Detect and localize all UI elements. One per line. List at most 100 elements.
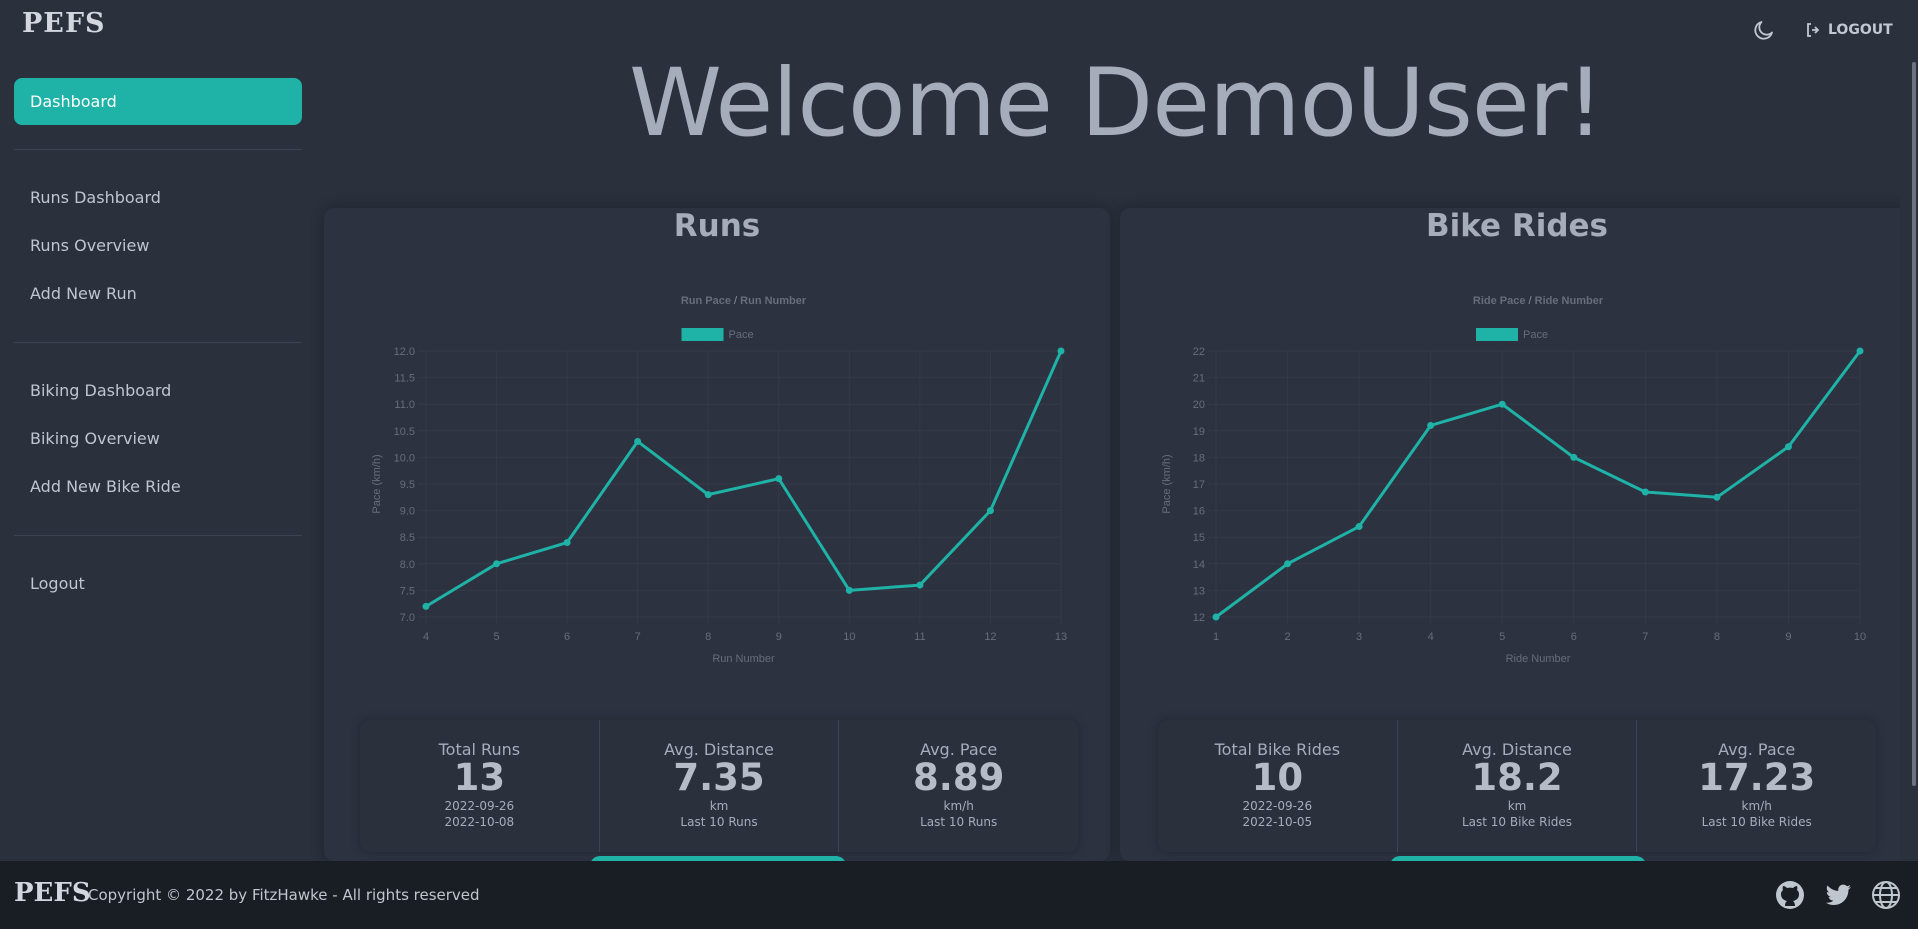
stat-desc: 2022-10-05	[1242, 814, 1313, 829]
bike-rides-card-title: Bike Rides	[1425, 208, 1609, 244]
x-tick-label: 1	[1213, 631, 1219, 643]
stat-desc: km	[1507, 798, 1527, 813]
scrollbar-thumb[interactable]	[1912, 62, 1916, 786]
sidebar-item-add-new-bike-ride[interactable]: Add New Bike Ride	[14, 463, 302, 511]
data-point	[1355, 523, 1363, 531]
y-tick-label: 21	[1193, 373, 1205, 385]
y-tick-label: 9.0	[400, 506, 415, 518]
footer-copyright: Copyright © 2022 by FitzHawke - All righ…	[88, 886, 480, 904]
y-tick-label: 7.5	[400, 585, 415, 597]
sidebar: Dashboard Runs Dashboard Runs Overview A…	[14, 78, 302, 608]
github-icon[interactable]	[1774, 879, 1806, 911]
stat-desc: 2022-10-08	[444, 814, 515, 829]
y-tick-label: 8.5	[400, 532, 415, 544]
header-logout-label: LOGOUT	[1828, 22, 1893, 38]
moon-icon[interactable]	[1752, 18, 1776, 42]
y-tick-label: 19	[1193, 426, 1205, 438]
y-tick-label: 8.0	[400, 559, 415, 571]
stat-avg-pace: Avg. Pace 17.23 km/h Last 10 Bike Rides	[1637, 720, 1876, 852]
y-tick-label: 22	[1193, 346, 1205, 358]
data-point	[1570, 453, 1578, 461]
y-tick-label: 9.5	[400, 479, 415, 491]
stat-desc: 2022-09-26	[1242, 798, 1313, 813]
stat-avg-pace: Avg. Pace 8.89 km/h Last 10 Runs	[839, 720, 1078, 852]
y-axis-title: Pace (km/h)	[1161, 454, 1173, 513]
app-logo[interactable]: PEFS	[22, 8, 106, 39]
stat-total-bike-rides: Total Bike Rides 10 2022-09-26 2022-10-0…	[1158, 720, 1398, 852]
sidebar-item-logout[interactable]: Logout	[14, 560, 302, 608]
legend-label: Pace	[729, 329, 754, 341]
data-point	[1057, 347, 1065, 355]
data-point	[563, 539, 571, 547]
globe-icon[interactable]	[1870, 879, 1902, 911]
sidebar-divider	[14, 535, 302, 536]
sidebar-item-biking-overview[interactable]: Biking Overview	[14, 415, 302, 463]
stat-desc: km/h	[1741, 798, 1772, 813]
series-line	[425, 350, 1063, 608]
sidebar-item-runs-overview[interactable]: Runs Overview	[14, 222, 302, 270]
x-tick-label: 5	[493, 631, 499, 643]
y-tick-label: 15	[1193, 532, 1205, 544]
x-tick-label: 10	[1854, 631, 1866, 643]
y-tick-label: 16	[1193, 506, 1205, 518]
data-point	[1427, 421, 1435, 429]
stat-value: 17.23	[1698, 756, 1816, 799]
data-point	[1856, 347, 1864, 355]
x-tick-label: 12	[984, 631, 996, 643]
data-point	[1641, 488, 1649, 496]
stat-value: 7.35	[673, 756, 765, 799]
chart-title: Ride Pace / Ride Number	[1473, 295, 1604, 307]
stat-desc: Last 10 Bike Rides	[1461, 814, 1573, 829]
data-point	[916, 581, 924, 589]
x-tick-label: 10	[843, 631, 855, 643]
x-tick-label: 4	[1428, 631, 1434, 643]
y-tick-label: 10.5	[394, 426, 415, 438]
y-tick-label: 12	[1193, 612, 1205, 624]
footer: PEFS Copyright © 2022 by FitzHawke - All…	[0, 861, 1918, 929]
stat-value: 10	[1251, 756, 1304, 799]
x-tick-label: 7	[1642, 631, 1648, 643]
x-tick-label: 4	[423, 631, 429, 643]
stat-desc: km	[709, 798, 729, 813]
data-point	[1713, 493, 1721, 501]
ride-pace-chart: Ride Pace / Ride NumberPace1213141516171…	[1161, 295, 1866, 665]
stat-desc: Last 10 Bike Rides	[1701, 814, 1812, 829]
data-point	[1784, 443, 1792, 451]
data-point	[634, 437, 642, 445]
data-point	[845, 586, 853, 594]
sidebar-item-runs-dashboard[interactable]: Runs Dashboard	[14, 174, 302, 222]
y-tick-label: 7.0	[400, 612, 415, 624]
y-tick-label: 20	[1193, 399, 1205, 411]
y-axis-title: Pace (km/h)	[371, 454, 383, 513]
data-point	[775, 475, 783, 483]
data-point	[986, 507, 994, 515]
y-tick-label: 13	[1193, 585, 1205, 597]
data-point	[422, 602, 430, 610]
x-tick-label: 2	[1284, 631, 1290, 643]
legend-label: Pace	[1523, 329, 1548, 341]
stat-desc: Last 10 Runs	[920, 814, 998, 829]
stat-desc: Last 10 Runs	[680, 814, 758, 829]
runs-pace-chart: Run Pace / Run Number Pace 7.0 7.5 8.0 8.5 9.0…	[371, 295, 1067, 665]
stat-value: 13	[453, 756, 506, 799]
twitter-icon[interactable]	[1822, 879, 1854, 911]
stat-desc: 2022-09-26	[444, 798, 515, 813]
legend-swatch	[1476, 328, 1518, 341]
bike-stats: Total Bike Rides 10 2022-09-26 2022-10-0…	[1158, 720, 1876, 852]
data-point	[1212, 613, 1220, 621]
y-tick-label: 12.0	[394, 346, 415, 358]
sidebar-divider	[14, 342, 302, 343]
x-tick-label: 9	[1785, 631, 1791, 643]
sidebar-item-biking-dashboard[interactable]: Biking Dashboard	[14, 367, 302, 415]
x-axis-title: Run Number	[712, 653, 775, 665]
y-tick-label: 14	[1193, 559, 1205, 571]
header-logout-button[interactable]: LOGOUT	[1806, 18, 1893, 42]
stat-avg-distance: Avg. Distance 7.35 km Last 10 Runs	[600, 720, 840, 852]
y-tick-label: 18	[1193, 452, 1205, 464]
sidebar-item-dashboard[interactable]: Dashboard	[14, 78, 302, 125]
stat-desc: km/h	[943, 798, 974, 813]
x-tick-label: 7	[635, 631, 641, 643]
bike-rides-card: Ride Pace / Ride Number Pace 12 13 14 15 16 17 1…	[1120, 208, 1914, 861]
x-tick-label: 5	[1499, 631, 1505, 643]
sidebar-item-add-new-run[interactable]: Add New Run	[14, 270, 302, 318]
